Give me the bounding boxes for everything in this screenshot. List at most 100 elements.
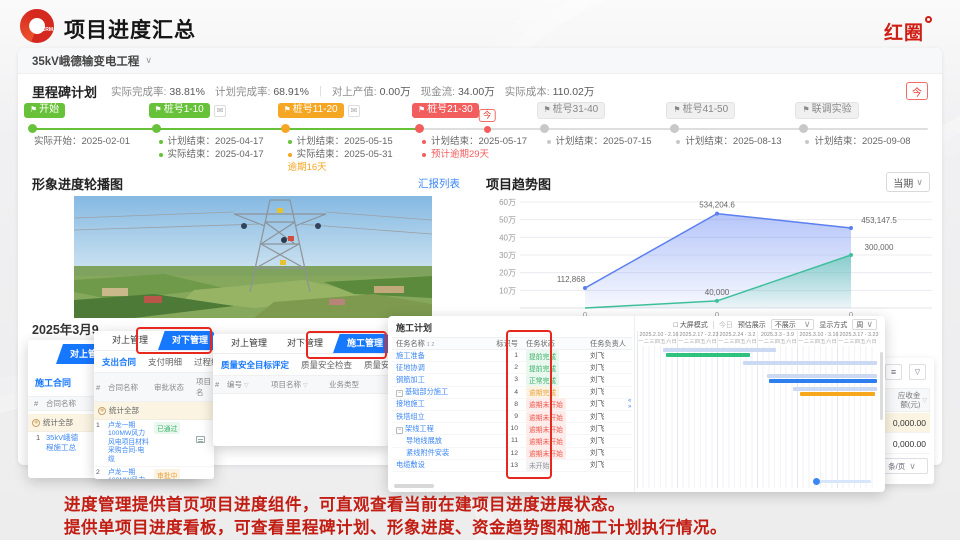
milestone-detail: 实际结束：2025-05-31 (288, 148, 393, 161)
gantt-bar-plan[interactable] (743, 361, 877, 365)
milestone-flag[interactable]: ⚑桩号1-10 (149, 103, 210, 118)
collapse-handle[interactable]: «» (628, 398, 631, 410)
gantt-week-column: 2025.3.17 - 3.23 一二三四五六日 (837, 331, 877, 346)
today-button[interactable]: 今 (906, 82, 928, 100)
task-row[interactable]: −基础部分施工 4 逾期完成 刘飞 (392, 387, 632, 399)
flag-icon: ⚑ (284, 105, 291, 114)
mode-label: 显示方式 (819, 320, 847, 330)
vertical-scrollbar[interactable] (880, 352, 883, 420)
column-settings-button[interactable]: ≡ (885, 364, 902, 380)
period-value: 当期 (893, 175, 913, 190)
task-row[interactable]: 电缆敷设 13 未开始 刘飞 (392, 460, 632, 472)
milestone-dot (152, 124, 161, 133)
today-marker-badge: 今 (479, 109, 496, 122)
table-row[interactable]: 2 卢龙一期100MW风力 审批中 (94, 467, 214, 479)
milestone-flag[interactable]: ⚑桩号21-30 (412, 103, 479, 118)
svg-text:30万: 30万 (499, 251, 516, 260)
task-row[interactable]: 钢筋加工 3 正常完成 刘飞 (392, 374, 632, 386)
task-row[interactable]: 铁塔组立 9 逾期未开始 刘飞 (392, 411, 632, 423)
forecast-select[interactable]: 不展示∨ (771, 319, 815, 330)
filter-button[interactable]: ▽ (909, 364, 926, 380)
collapse-icon[interactable]: − (396, 390, 403, 397)
milestone-stat: 实际成本: 110.02万 (505, 84, 595, 99)
tab-b-1[interactable]: 对下管理 (158, 331, 214, 350)
chevron-down-icon: ∨ (804, 319, 811, 330)
milestone-detail: 计划结束：2025-09-08 (805, 135, 910, 148)
subtab-1[interactable]: 质量安全检查 (301, 359, 352, 371)
subtab-2[interactable]: 过程结算 (194, 356, 214, 368)
task-status-badge: 逾期未开始 (526, 423, 566, 435)
report-list-link[interactable]: 汇报列表 (418, 176, 460, 191)
timeline-progress (32, 128, 420, 130)
mail-icon[interactable]: ✉ (214, 105, 227, 117)
photo-art (74, 196, 432, 318)
milestone-stat: 计划完成率: 68.91% (215, 84, 309, 99)
list-icon: ≡ (891, 367, 896, 377)
gantt-bar-plan[interactable] (793, 387, 877, 391)
tab-bar: 对上管理对下管理 (94, 331, 214, 351)
task-row[interactable]: 施工准备 1 提前完成 刘飞 (392, 350, 632, 362)
project-name: 35kV峨德输变电工程 (32, 53, 139, 69)
svg-text:112,868: 112,868 (557, 275, 586, 284)
chevron-down-icon: ∨ (145, 55, 152, 66)
task-status-badge: 逾期未开始 (526, 398, 566, 410)
tab-c-2[interactable]: 施工管理 (333, 334, 389, 353)
period-select[interactable]: 当期 ∨ (886, 172, 930, 192)
sort-icon[interactable]: 1 2 (427, 342, 435, 348)
today-button-disabled[interactable]: 今日 (719, 320, 733, 330)
forecast-label: 预估展示 (738, 320, 766, 330)
subtab-0[interactable]: 质量安全目标评定 (221, 359, 289, 371)
milestone-flag[interactable]: ⚑桩号41-50 (666, 102, 735, 119)
tab-c-0[interactable]: 对上管理 (221, 334, 277, 353)
gantt-week-column: 2025.2.24 - 3.2 一二三四五六日 (717, 331, 757, 346)
task-row[interactable]: 导地线展放 11 逾期未开始 刘飞 (392, 435, 632, 447)
task-row[interactable]: 紧线附件安装 12 逾期未开始 刘飞 (392, 448, 632, 460)
flag-icon: ⚑ (155, 105, 162, 114)
subtab-construction-contract[interactable]: 施工合同 (35, 376, 71, 389)
subtab-1[interactable]: 支付明细 (148, 356, 182, 368)
stat-icon: ∗ (32, 419, 40, 427)
project-selector[interactable]: 35kV峨德输变电工程 ∨ (18, 48, 942, 74)
page-title: 项目进度汇总 (64, 14, 196, 44)
task-status-badge: 未开始 (526, 459, 552, 471)
progress-photo[interactable] (74, 196, 432, 318)
table-row[interactable]: 1 卢龙一期100MW风力风电项目材料采购合同-电缆 已通过 (94, 420, 214, 467)
milestone-detail: 计划结束：2025-08-13 (676, 135, 781, 148)
milestone-dot (415, 124, 424, 133)
task-row[interactable]: 征地协调 2 提前完成 刘飞 (392, 362, 632, 374)
task-row[interactable]: 接地施工 8 逾期未开始 刘飞 (392, 399, 632, 411)
gantt-bar-blue[interactable] (769, 379, 877, 383)
milestone-flag[interactable]: ⚑桩号31-40 (537, 102, 606, 119)
milestone-stats-row: 里程碑计划 实际完成率: 38.81%计划完成率: 68.91%|对上产值: 0… (32, 80, 928, 102)
gantt-bar-plan[interactable] (767, 374, 877, 378)
fullscreen-checkbox[interactable]: □ 大屏模式 (674, 320, 708, 330)
gantt-bar-green[interactable] (666, 353, 750, 357)
plan-title: 施工计划 (396, 321, 432, 334)
horizontal-scrollbar[interactable] (394, 484, 434, 488)
milestone-detail: 实际结束：2025-04-17 (159, 148, 264, 161)
tab-b-0[interactable]: 对上管理 (102, 331, 158, 350)
slider-knob[interactable] (813, 478, 820, 485)
milestone-flag[interactable]: ⚑桩号11-20 (278, 103, 344, 118)
mode-select[interactable]: 周∨ (852, 319, 877, 330)
gantt-toolbar: □ 大屏模式 今日 预估展示 不展示∨ 显示方式 周∨ (635, 318, 877, 331)
subtab-0[interactable]: 支出合同 (102, 356, 136, 368)
task-status-badge: 逾期未开始 (526, 447, 566, 459)
contract-name-line[interactable]: 程施工总 (46, 443, 78, 453)
gantt-bar-plan[interactable] (663, 348, 776, 352)
chevron-down-icon: ∨ (916, 177, 923, 188)
task-row[interactable]: −架线工程 10 逾期未开始 刘飞 (392, 423, 632, 435)
zoom-slider[interactable] (813, 480, 871, 483)
tab-c-1[interactable]: 对下管理 (277, 334, 333, 353)
task-status-badge: 提前完成 (526, 350, 559, 362)
contract-name-line[interactable]: 35kV峨德 (46, 433, 78, 443)
stat-row[interactable]: ∗ 统计全部 (94, 402, 214, 420)
collapse-icon[interactable]: − (396, 427, 403, 434)
svg-text:40万: 40万 (499, 233, 516, 242)
milestone-flag[interactable]: ⚑联调实验 (795, 102, 858, 119)
gantt-bar-orange[interactable] (800, 392, 874, 396)
mail-icon[interactable]: ✉ (348, 105, 361, 117)
subtab-2[interactable]: 质量安全奖罚 (364, 359, 389, 371)
gantt-chart[interactable] (637, 346, 877, 488)
milestone-flag[interactable]: ⚑开始 (24, 103, 65, 118)
